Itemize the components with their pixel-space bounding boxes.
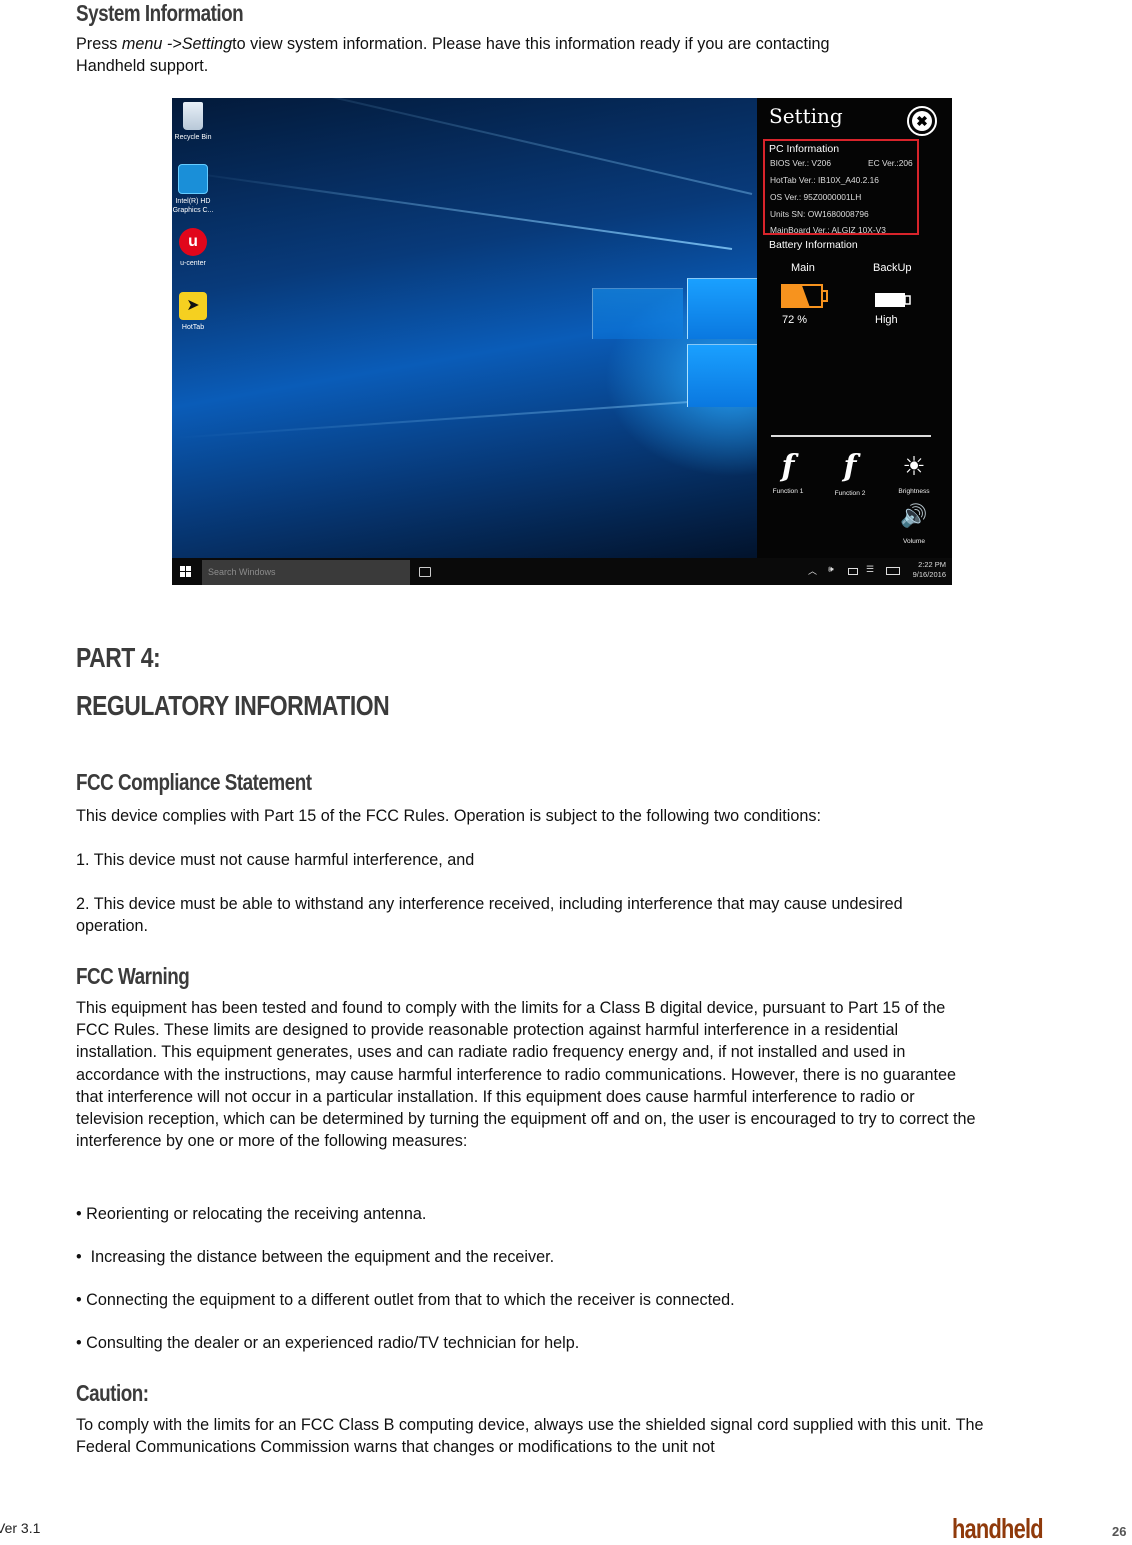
search-input[interactable]: Search Windows	[202, 560, 410, 585]
volume-icon[interactable]: 🕪	[828, 564, 834, 575]
pc-information-box: PC Information	[763, 139, 919, 235]
brand-logo: handheld	[952, 1513, 1044, 1544]
windows-logo-pane	[687, 344, 757, 407]
clock-date: 9/16/2016	[912, 570, 946, 579]
battery-tip	[904, 295, 911, 305]
fcc-compliance-intro: This device complies with Part 15 of the…	[76, 807, 821, 825]
fcc-measure-item: • Reorienting or relocating the receivin…	[76, 1205, 427, 1223]
section-title-caution: Caution:	[76, 1380, 149, 1406]
brightness-icon: ☀	[902, 452, 926, 482]
os-version: OS Ver.: 95Z0000001LH	[770, 192, 862, 202]
desktop-icon-label: Recycle Bin	[174, 134, 212, 141]
mainboard-version: MainBoard Ver.: ALGIZ 10X-V3	[770, 225, 886, 235]
brightness-button[interactable]: ☀ Brightness	[891, 450, 937, 495]
intel-graphics-icon	[178, 164, 208, 194]
fcc-condition-1: 1. This device must not cause harmful in…	[76, 851, 475, 869]
volume-label: Volume	[903, 538, 925, 545]
function-1-button[interactable]: f Function 1	[765, 449, 811, 496]
clock-time: 2:22 PM	[918, 560, 946, 569]
windows-logo-pane	[592, 288, 683, 339]
bios-version: BIOS Ver.: V206	[770, 158, 831, 168]
main-battery-icon	[781, 284, 828, 308]
fcc-measure-item: • Increasing the distance between the eq…	[76, 1248, 555, 1266]
notification-icon[interactable]: ☰	[866, 564, 874, 575]
recycle-bin-icon	[183, 102, 203, 130]
taskbar-clock[interactable]: 2:22 PM 9/16/2016	[913, 560, 946, 580]
battery-tip	[821, 290, 828, 302]
backup-battery-icon	[875, 293, 911, 307]
battery-icon[interactable]	[848, 568, 858, 575]
hottab-version: HotTab Ver.: IB10X_A40.2.16	[770, 175, 879, 185]
backup-battery-value: High	[875, 314, 898, 326]
hottab-icon: ➤	[179, 292, 207, 320]
close-icon: ✖	[912, 111, 932, 131]
system-information-intro: Press menu ->Settingto view system infor…	[76, 33, 981, 77]
main-battery-value: 72 %	[782, 314, 808, 326]
function-1-label: Function 1	[772, 488, 804, 495]
desktop-icon-label: u-center	[180, 260, 206, 267]
desktop-icon-intel-graphics[interactable]: Intel(R) HD Graphics C...	[172, 164, 218, 215]
windows-icon-part	[186, 566, 191, 571]
version-label: Ver 3.1	[0, 1520, 41, 1536]
menu-path: menu ->Setting	[121, 35, 233, 53]
backup-battery-label: BackUp	[873, 262, 912, 274]
keyboard-icon[interactable]	[886, 567, 900, 575]
function-2-label: Function 2	[834, 490, 866, 497]
desktop-wallpaper: Recycle Bin Intel(R) HD Graphics C... u …	[172, 98, 757, 558]
light-beam	[173, 398, 733, 440]
brightness-label: Brightness	[898, 488, 930, 495]
caution-body: To comply with the limits for an FCC Cla…	[76, 1416, 984, 1457]
part-label: PART 4:	[76, 642, 161, 673]
section-title-fcc-compliance: FCC Compliance Statement	[76, 769, 312, 795]
battery-fill	[782, 285, 810, 307]
desktop-icon-u-center[interactable]: u u-center	[172, 228, 218, 268]
desktop-icon-label: HotTab	[181, 324, 205, 331]
intro-prefix: Press	[76, 35, 122, 53]
desktop-icon-hottab[interactable]: ➤ HotTab	[172, 292, 218, 332]
close-button[interactable]: ✖	[907, 106, 937, 136]
start-button[interactable]	[180, 566, 192, 578]
ec-version: EC Ver.:206	[868, 158, 913, 168]
settings-title: Setting	[769, 104, 843, 128]
section-title-fcc-warning: FCC Warning	[76, 963, 190, 989]
settings-pane: Setting ✖ PC Information BIOS Ver.: V206…	[757, 98, 952, 558]
chevron-up-icon[interactable]: ︿	[808, 564, 817, 577]
desktop-icon-recycle-bin[interactable]: Recycle Bin	[172, 102, 218, 142]
u-center-icon: u	[179, 228, 207, 256]
light-beam	[177, 170, 733, 250]
fcc-warning-body: This equipment has been tested and found…	[76, 999, 976, 1151]
intro-suffix: to view system information. Please have …	[232, 35, 830, 53]
function-icon: f	[781, 449, 795, 484]
volume-icon: 🔊	[900, 504, 928, 529]
windows-icon	[180, 566, 185, 571]
settings-screenshot: Recycle Bin Intel(R) HD Graphics C... u …	[172, 98, 952, 585]
pc-information-heading: PC Information	[769, 143, 840, 155]
fcc-measure-item: • Consulting the dealer or an experience…	[76, 1334, 580, 1352]
intro-line2: Handheld support.	[76, 57, 209, 76]
function-2-button[interactable]: f Function 2	[827, 449, 873, 498]
taskbar: Search Windows ︿ 🕪 ☰ 2:22 PM 9/16/2016	[172, 558, 952, 585]
windows-icon-part	[180, 572, 185, 577]
fcc-measure-item: • Connecting the equipment to a differen…	[76, 1291, 735, 1309]
volume-button[interactable]: 🔊 Volume	[891, 500, 937, 545]
function-icon: f	[843, 449, 857, 484]
windows-icon-part	[186, 572, 191, 577]
section-title-system-information: System Information	[76, 0, 244, 26]
desktop-icon-label: Intel(R) HD Graphics C...	[172, 198, 214, 214]
task-view-button[interactable]	[419, 567, 431, 577]
fcc-condition-2: 2. This device must be able to withstand…	[76, 895, 903, 936]
pane-divider	[771, 435, 931, 437]
battery-fill	[875, 293, 905, 307]
main-battery-label: Main	[791, 262, 815, 274]
units-serial-number: Units SN: OW1680008796	[770, 209, 869, 219]
page-number: 26	[1112, 1524, 1127, 1539]
part-title: REGULATORY INFORMATION	[76, 690, 390, 721]
light-beam	[186, 98, 753, 195]
battery-information-heading: Battery Information	[769, 239, 858, 251]
windows-logo-pane	[687, 278, 757, 339]
